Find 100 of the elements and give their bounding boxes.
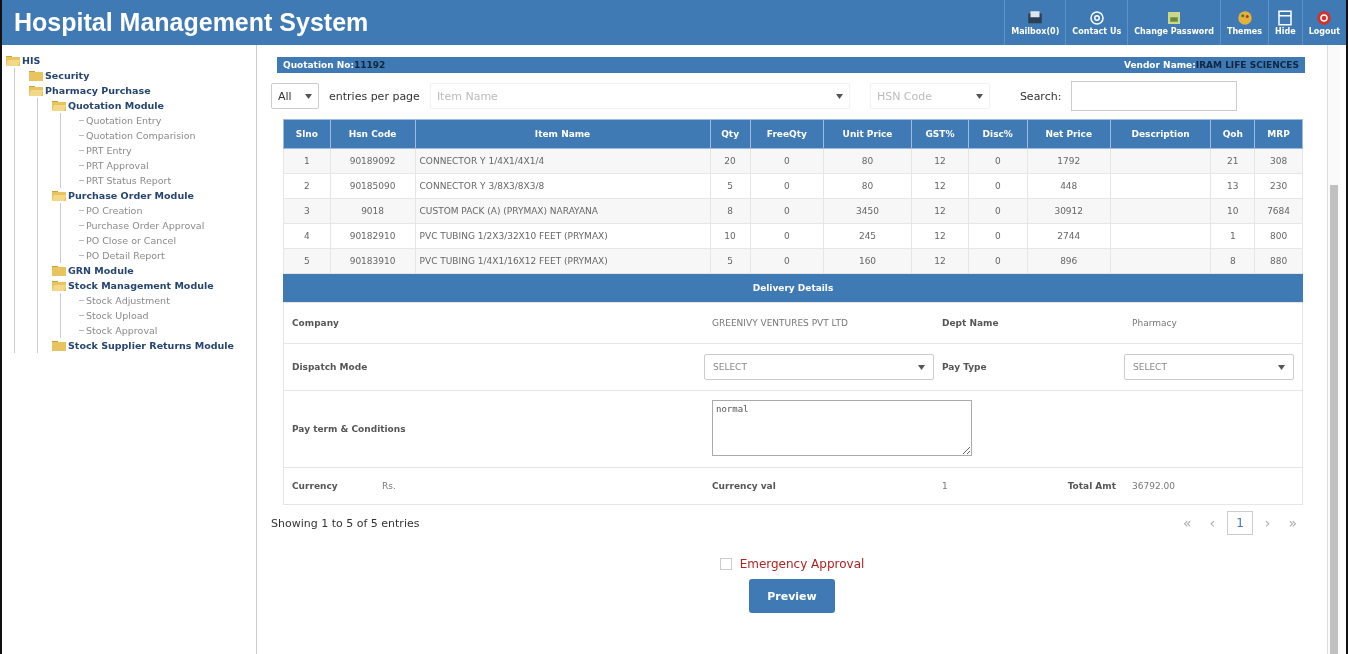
field-value: Pharmacy [1131,318,1178,328]
pay-type-select[interactable]: SELECT [1124,354,1294,380]
tree-item[interactable]: Stock Upload [86,310,149,321]
table-cell: 0 [994,181,1001,191]
table-cell: 896 [1060,256,1078,266]
at-sign-icon [1087,9,1106,27]
table-cell: CONNECTOR Y 3/8X3/8X3/8 [419,181,545,191]
field-label: Currency val [711,481,777,491]
table-cell: 2744 [1057,231,1081,241]
header-action[interactable]: Logout [1301,0,1346,45]
column-header: Description [1110,119,1211,149]
pager-nav-button[interactable]: › [1258,513,1277,533]
table-cell: 0 [994,256,1001,266]
table-cell: 90183910 [349,256,396,266]
table-cell: 245 [858,231,877,241]
column-header: Qty [710,119,751,149]
checkbox-label: Emergency Approval [739,557,865,571]
table-cell: 448 [1060,181,1078,191]
column-header: GST% [911,119,969,149]
tree-item[interactable]: PRT Status Report [86,175,172,186]
table-cell: PVC TUBING 1/4X1/16X12 FEET (PRYMAX) [419,256,608,266]
page-size-label: entries per page [329,89,420,103]
tree-item[interactable]: Stock Adjustment [86,295,170,306]
field-label: Currency [291,481,339,491]
tree-folder[interactable]: Security [45,70,90,81]
tree-item[interactable]: PRT Entry [86,145,132,156]
table-cell: 90185090 [349,181,396,191]
page-size-select[interactable]: All [271,83,319,109]
table-cell: 2 [303,181,310,191]
tree-item[interactable]: PRT Approval [86,160,149,171]
table-cell: 90182910 [349,231,396,241]
table-cell: 0 [783,231,790,241]
item-name-select[interactable]: Item Name [429,83,850,109]
field-label: Pay term & Conditions [291,424,407,434]
table-cell: 12 [934,156,946,166]
table-cell: 0 [994,156,1001,166]
column-header: Net Price [1027,119,1111,149]
table-cell: 10 [724,231,736,241]
table-cell: 308 [1270,156,1288,166]
header-action[interactable]: Change Password [1127,0,1220,45]
page-button[interactable]: 1 [1227,511,1253,535]
tree-item[interactable]: PO Detail Report [86,250,165,261]
column-header: MRP [1254,119,1303,149]
table-cell: 4 [303,231,310,241]
header-action[interactable]: Hide [1268,0,1302,45]
field-label: Pay Type [941,362,988,372]
table-cell: 9018 [361,206,385,216]
tree-folder[interactable]: Purchase Order Module [68,190,194,201]
tree-item[interactable]: Quotation Comparision [86,130,196,141]
table-cell: 13 [1227,181,1239,191]
header-action[interactable]: Mailbox(0) [1004,0,1066,45]
section-header: Delivery Details [283,274,1303,302]
pager-nav-button[interactable]: » [1282,513,1303,533]
table-cell: 5 [727,256,733,266]
checkbox[interactable] [719,558,732,570]
terms-field[interactable]: normal [712,400,972,456]
power-icon [1315,9,1334,27]
scrollbar[interactable] [1327,45,1340,654]
quotation-number: Quotation No:11192 [283,60,386,70]
field-value: 1 [941,481,949,491]
tree-item[interactable]: PO Close or Cancel [86,235,177,246]
tree-folder[interactable]: Pharmacy Purchase [45,85,151,96]
caret-icon [975,93,983,99]
table-cell: 0 [783,256,790,266]
dispatch-mode-select[interactable]: SELECT [704,354,934,380]
field-label: Total Amt [1066,481,1117,491]
field-value: 36792.00 [1131,481,1176,491]
tree-item[interactable]: Quotation Entry [86,115,162,126]
tree-item[interactable]: Stock Approval [86,325,158,336]
app-title: Hospital Management System [14,8,369,37]
tree-folder[interactable]: Stock Supplier Returns Module [68,340,235,351]
table-cell: 0 [994,231,1001,241]
hsn-code-select[interactable]: HSN Code [869,83,990,109]
header-action[interactable]: Themes [1219,0,1269,45]
tree-item[interactable]: PO Creation [86,205,143,216]
caret-icon [305,93,312,99]
caret-icon [1278,364,1285,370]
header-action[interactable]: Contact Us [1065,0,1128,45]
table-cell: 0 [994,206,1001,216]
tree-folder[interactable]: Stock Management Module [68,280,214,291]
tree-folder[interactable]: Quotation Module [68,100,164,111]
table-cell: 230 [1270,181,1288,191]
table-cell: 20 [724,156,736,166]
column-header: Slno [283,119,331,149]
pager-nav-button[interactable]: ‹ [1203,513,1222,533]
table-cell: 80 [861,181,874,191]
table-cell: 12 [934,181,946,191]
column-header: Item Name [415,119,711,149]
preview-button[interactable]: Preview [749,579,835,613]
tree-folder[interactable]: GRN Module [68,265,134,276]
search-field[interactable] [1071,81,1238,111]
tree-folder[interactable]: HIS [22,55,41,66]
table-cell: 160 [858,256,877,266]
tree-item[interactable]: Purchase Order Approval [86,220,205,231]
table-cell: 8 [727,206,733,216]
column-header: Qoh [1210,119,1255,149]
vendor-name: Vendor Name:IRAM LIFE SCIENCES [1123,60,1299,70]
table-cell: 0 [783,156,790,166]
entries-info: Showing 1 to 5 of 5 entries [271,516,420,530]
pager-nav-button[interactable]: « [1177,513,1198,533]
